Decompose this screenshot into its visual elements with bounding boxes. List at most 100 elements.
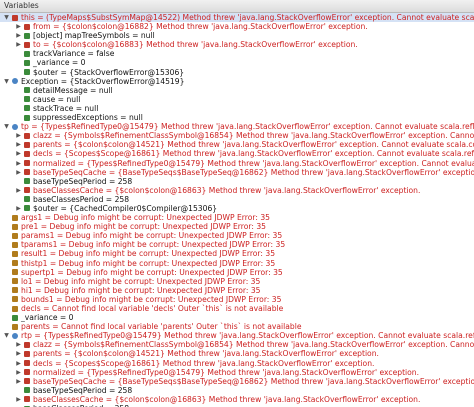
variable-field-icon <box>24 205 30 212</box>
expand-arrow-open-icon[interactable]: ▼ <box>3 13 10 22</box>
tree-row[interactable]: ▶ clazz = {Symbols$RefinementClassSymbol@… <box>0 131 474 140</box>
variables-tree[interactable]: ▼ this = (TypeMaps$SubstSymMap@14522) Met… <box>0 13 474 407</box>
tree-row[interactable]: ▶ baseTypeSeqCache = {BaseTypeSeqs$BaseTy… <box>0 168 474 177</box>
tree-row[interactable]: hi1 = Debug info might be corrupt: Unexp… <box>0 286 474 295</box>
variable-stat-icon <box>12 296 18 303</box>
variable-stat-icon <box>12 323 18 330</box>
variable-field-icon <box>24 87 30 94</box>
tree-row[interactable]: params1 = Debug info might be corrupt: U… <box>0 231 474 240</box>
expand-arrow-closed-icon[interactable]: ▶ <box>15 131 22 140</box>
tree-row[interactable]: decls = Cannot find local variable 'decl… <box>0 304 474 313</box>
tree-row[interactable]: ▶ baseClassesCache = {$colon$colon@16863}… <box>0 395 474 404</box>
variable-stat-icon <box>12 278 18 285</box>
tree-row[interactable]: ▶ [object] mapTreeSymbols = null <box>0 31 474 40</box>
tree-row[interactable]: _variance = 0 <box>0 313 474 322</box>
variable-value-text: [object] mapTreeSymbols = null <box>33 31 155 41</box>
variable-value-text: tp = {Types$RefinedType0@15479} Method t… <box>21 122 474 132</box>
variable-field-icon <box>24 96 30 103</box>
tree-row[interactable]: lo1 = Debug info might be corrupt: Unexp… <box>0 277 474 286</box>
tree-row[interactable]: bounds1 = Debug info might be corrupt: U… <box>0 295 474 304</box>
tree-row[interactable]: tparams1 = Debug info might be corrupt: … <box>0 240 474 249</box>
expand-arrow-closed-icon[interactable]: ▶ <box>15 31 22 40</box>
expand-arrow-closed-icon[interactable]: ▶ <box>15 359 22 368</box>
variable-value-text: clazz = {Symbols$RefinementClassSymbol@1… <box>33 340 474 350</box>
variable-value-text: $outer = {StackOverflowError@15306} <box>33 67 185 77</box>
tree-row[interactable]: ▶ $outer = {CachedCompiler0$Compiler@1530… <box>0 204 474 213</box>
tree-row[interactable]: trackVariance = false <box>0 49 474 58</box>
expand-arrow-closed-icon[interactable]: ▶ <box>15 40 22 49</box>
tree-row[interactable]: ▼ rtp = {Types$RefinedType0@15479} Method… <box>0 331 474 340</box>
tree-row[interactable]: result1 = Debug info might be corrupt: U… <box>0 249 474 258</box>
expand-arrow-closed-icon[interactable]: ▶ <box>15 349 22 358</box>
tree-row[interactable]: ▶ parents = {$colon$colon@14521} Method t… <box>0 140 474 149</box>
tree-row[interactable]: ▶ normalized = {Types$RefinedType0@15479}… <box>0 368 474 377</box>
expand-arrow-closed-icon[interactable]: ▶ <box>15 377 22 386</box>
variable-value-text: parents = Cannot find local variable 'pa… <box>21 322 302 332</box>
tree-row[interactable]: cause = null <box>0 95 474 104</box>
expand-arrow-closed-icon[interactable]: ▶ <box>15 168 22 177</box>
variable-value-text: args1 = Debug info might be corrupt: Une… <box>21 213 270 223</box>
tree-row[interactable]: _variance = 0 <box>0 58 474 67</box>
tree-row[interactable]: $outer = {StackOverflowError@15306} <box>0 68 474 77</box>
variable-field-icon <box>24 196 30 203</box>
variable-value-text: thistp1 = Debug info might be corrupt: U… <box>21 258 276 268</box>
tree-row[interactable]: ▼ this = (TypeMaps$SubstSymMap@14522) Met… <box>0 13 474 23</box>
tree-row[interactable]: supertp1 = Debug info might be corrupt: … <box>0 268 474 277</box>
variable-value-text: this = (TypeMaps$SubstSymMap@14522) Meth… <box>21 13 474 22</box>
expand-arrow-open-icon[interactable]: ▼ <box>3 77 10 86</box>
tree-row[interactable]: baseTypeSeqPeriod = 258 <box>0 386 474 395</box>
variable-value-text: baseTypeSeqPeriod = 258 <box>33 385 133 395</box>
variable-value-text: normalized = {Types$RefinedType0@15479} … <box>33 367 420 377</box>
tree-row[interactable]: ▶ parents = {$colon$colon@14521} Method t… <box>0 349 474 358</box>
tree-row[interactable]: ▶ baseTypeSeqCache = {BaseTypeSeqs$BaseTy… <box>0 377 474 386</box>
variable-local-icon <box>12 78 18 85</box>
tree-row[interactable]: thistp1 = Debug info might be corrupt: U… <box>0 259 474 268</box>
variable-value-text: bounds1 = Debug info might be corrupt: U… <box>21 294 282 304</box>
tree-row[interactable]: stackTrace = null <box>0 104 474 113</box>
variable-priv-icon <box>24 187 30 194</box>
tree-row[interactable]: ▼ Exception = {StackOverflowError@14519} <box>0 77 474 86</box>
panel-title: Variables <box>0 0 474 13</box>
tree-row[interactable]: baseTypeSeqPeriod = 258 <box>0 177 474 186</box>
tree-row[interactable]: ▶ to = {$colon$colon@16883} Method threw … <box>0 40 474 49</box>
tree-row[interactable]: suppressedExceptions = null <box>0 113 474 122</box>
expand-arrow-closed-icon[interactable]: ▶ <box>15 140 22 149</box>
expand-arrow-closed-icon[interactable]: ▶ <box>15 395 22 404</box>
expand-arrow-closed-icon[interactable]: ▶ <box>15 368 22 377</box>
expand-arrow-closed-icon[interactable]: ▶ <box>15 22 22 31</box>
tree-row[interactable]: ▶ decls = {Scopes$Scope@16861} Method thr… <box>0 149 474 158</box>
expand-arrow-open-icon[interactable]: ▼ <box>3 331 10 340</box>
variable-field-icon <box>24 178 30 185</box>
expand-arrow-open-icon[interactable]: ▼ <box>3 122 10 131</box>
tree-row[interactable]: ▶ normalized = {Types$RefinedType0@15479}… <box>0 159 474 168</box>
variable-priv-icon <box>24 360 30 367</box>
tree-row[interactable]: ▶ decls = {Scopes$Scope@16861} Method thr… <box>0 359 474 368</box>
tree-row[interactable]: ▶ baseClassesCache = {$colon$colon@16863}… <box>0 186 474 195</box>
variable-value-text: tparams1 = Debug info might be corrupt: … <box>21 240 286 250</box>
expand-arrow-closed-icon[interactable]: ▶ <box>15 186 22 195</box>
tree-row[interactable]: args1 = Debug info might be corrupt: Une… <box>0 213 474 222</box>
variable-value-text: baseTypeSeqPeriod = 258 <box>33 176 133 186</box>
tree-row[interactable]: ▶ clazz = {Symbols$RefinementClassSymbol@… <box>0 340 474 349</box>
expand-arrow-closed-icon[interactable]: ▶ <box>15 159 22 168</box>
tree-row[interactable]: ▼ tp = {Types$RefinedType0@15479} Method … <box>0 122 474 131</box>
variable-value-text: parents = {$colon$colon@14521} Method th… <box>33 349 379 359</box>
tree-row[interactable]: pre1 = Debug info might be corrupt: Unex… <box>0 222 474 231</box>
expand-arrow-closed-icon[interactable]: ▶ <box>15 204 22 213</box>
tree-row[interactable]: parents = Cannot find local variable 'pa… <box>0 322 474 331</box>
variable-value-text: result1 = Debug info might be corrupt: U… <box>21 249 276 259</box>
tree-row[interactable]: detailMessage = null <box>0 86 474 95</box>
expand-arrow-closed-icon[interactable]: ▶ <box>15 340 22 349</box>
variable-priv-icon <box>24 396 30 403</box>
variable-field-icon <box>24 59 30 66</box>
tree-row[interactable]: baseClassesPeriod = 258 <box>0 195 474 204</box>
expand-arrow-closed-icon[interactable]: ▶ <box>15 149 22 158</box>
tree-row[interactable]: ▶ from = {$colon$colon@16882} Method thre… <box>0 22 474 31</box>
